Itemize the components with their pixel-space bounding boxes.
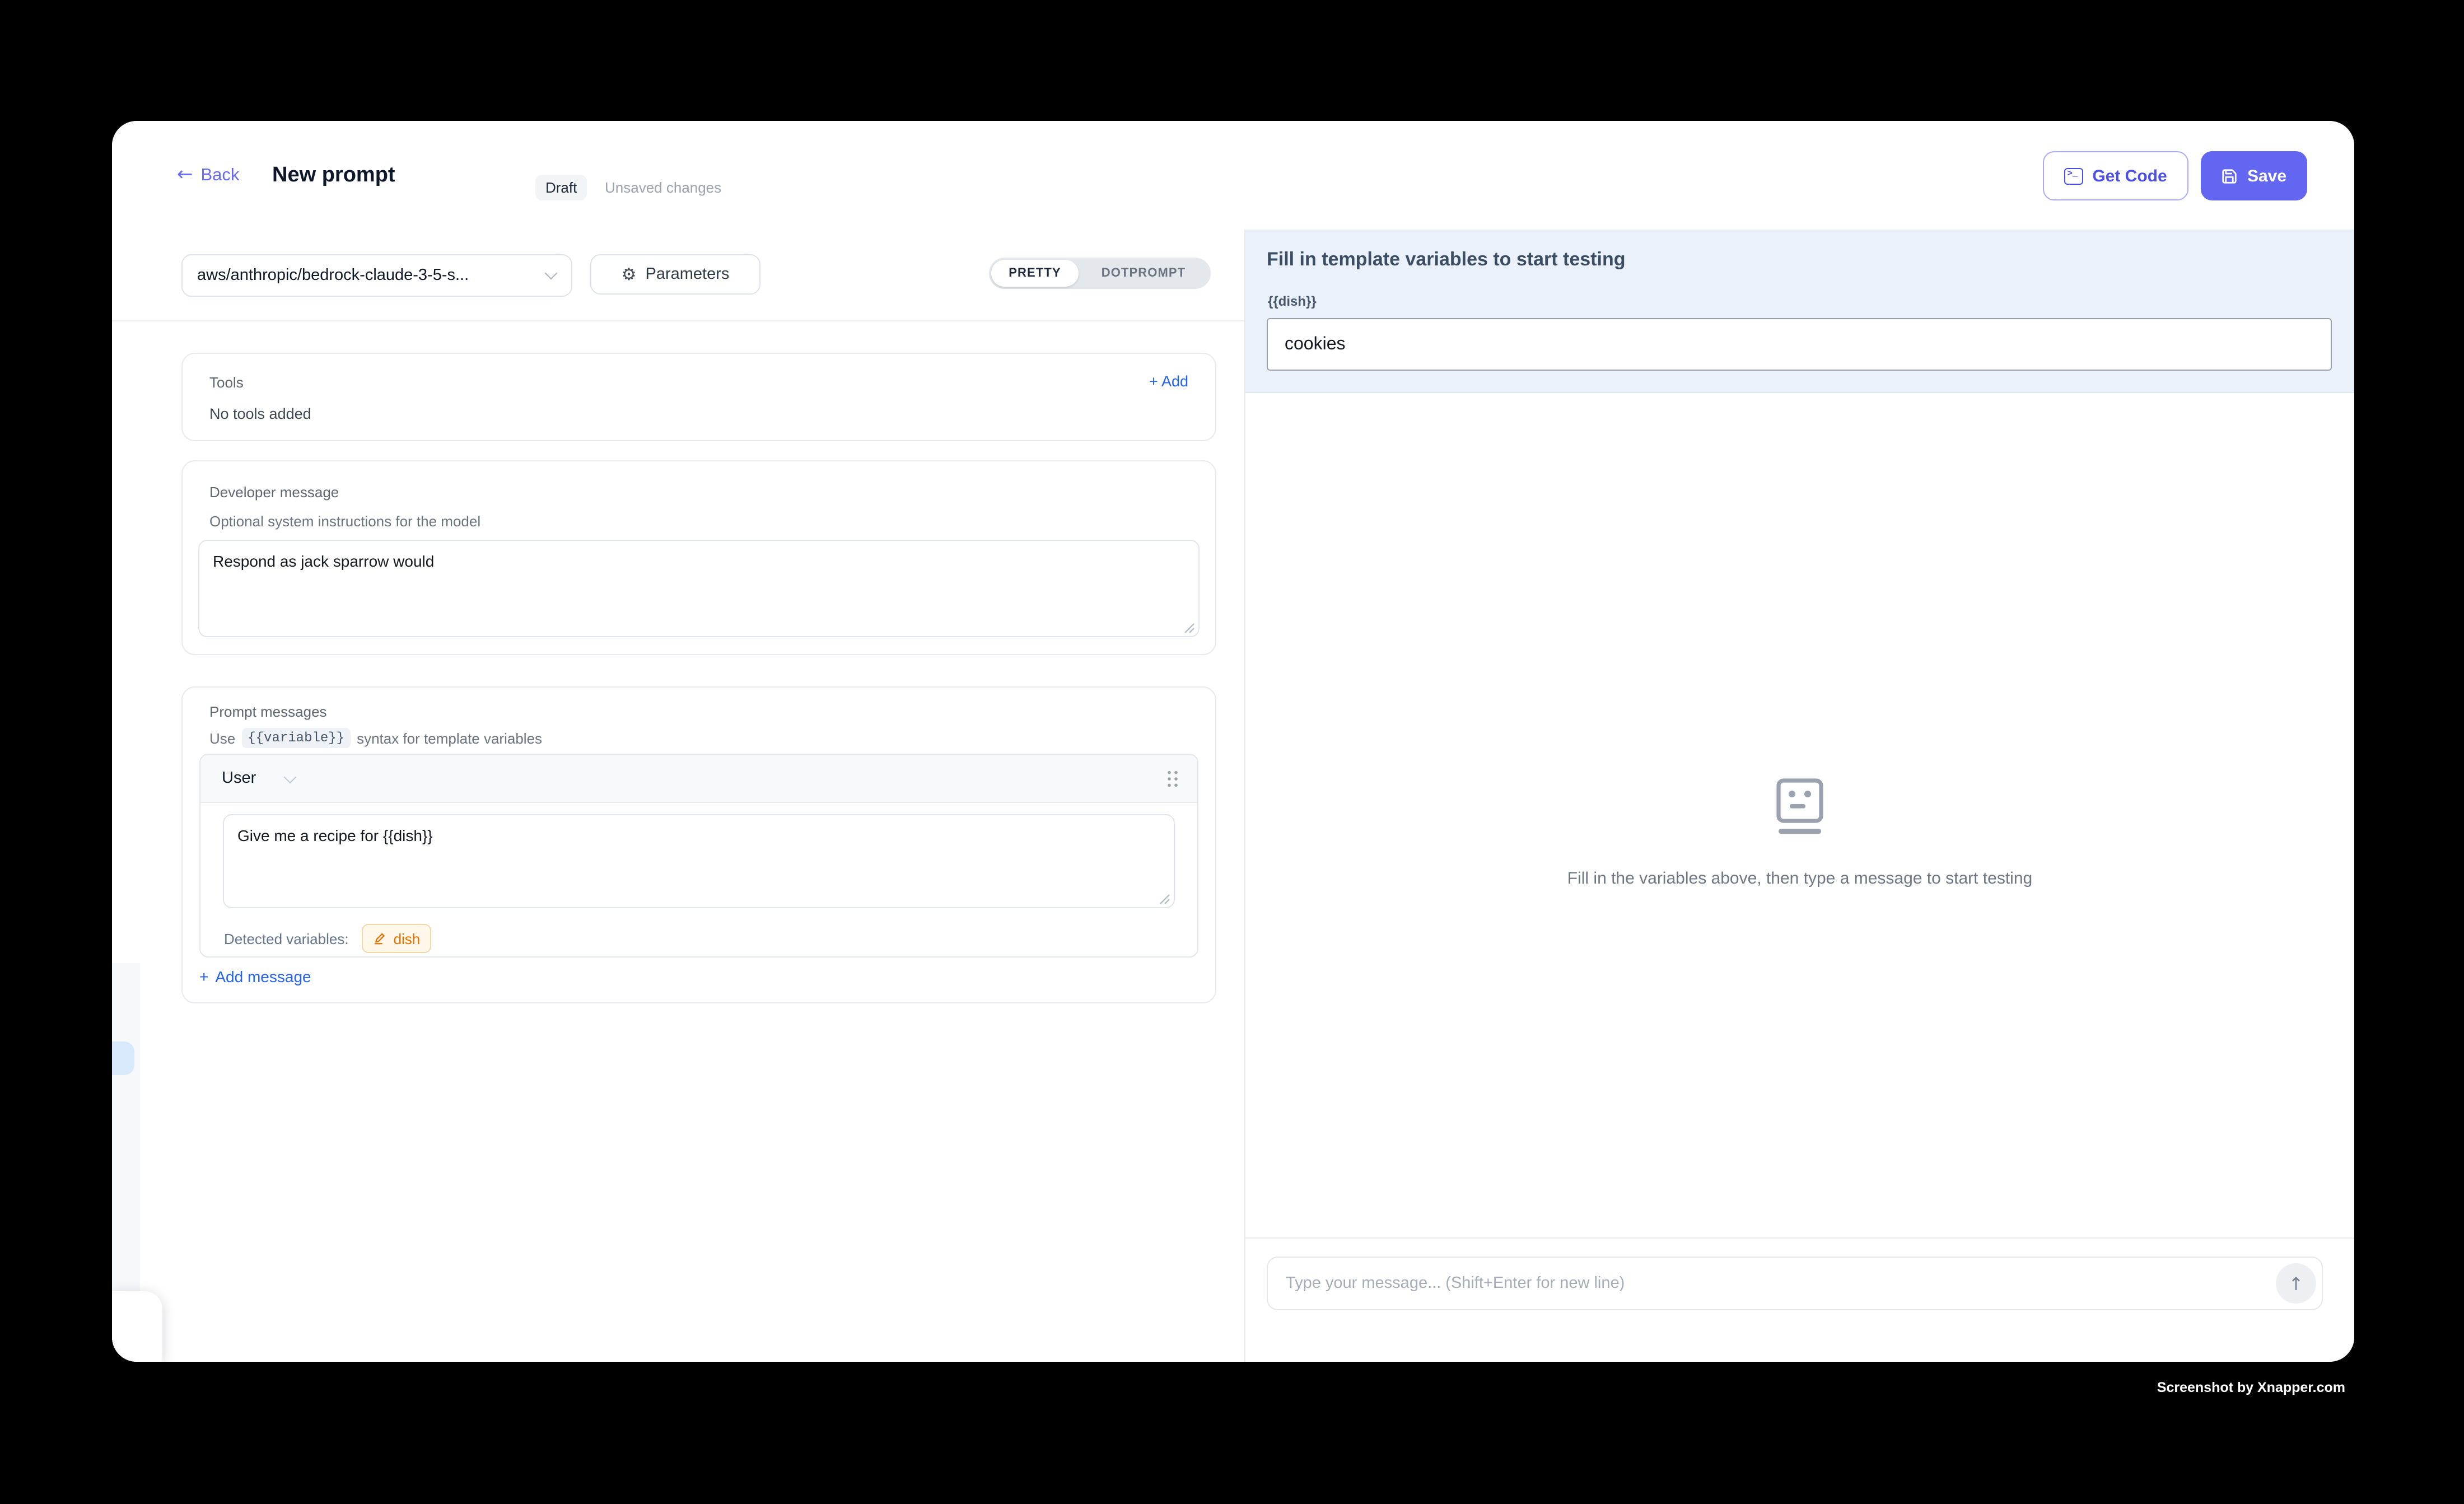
header-bar: ← Back New prompt Draft Unsaved changes … xyxy=(112,121,2354,231)
empty-state-text: Fill in the variables above, then type a… xyxy=(1567,869,2032,888)
detected-variable-chip[interactable]: dish xyxy=(362,924,432,953)
sidebar-active-item-sliver xyxy=(112,1041,134,1075)
get-code-button[interactable]: >_ Get Code xyxy=(2043,151,2188,200)
unsaved-changes-text: Unsaved changes xyxy=(605,175,721,200)
tools-card: Tools + Add No tools added xyxy=(181,353,1216,441)
user-message-textarea[interactable]: Give me a recipe for {{dish}} xyxy=(223,814,1175,908)
corner-popover-sliver xyxy=(112,1291,162,1362)
detected-variable-name: dish xyxy=(394,930,421,947)
message-role-header: User xyxy=(200,755,1197,803)
gear-icon: ⚙ xyxy=(622,266,637,283)
parameters-label: Parameters xyxy=(646,265,730,283)
page-title: New prompt xyxy=(272,121,395,230)
prompt-messages-title: Prompt messages xyxy=(209,703,327,720)
terminal-icon: >_ xyxy=(2064,167,2083,184)
add-message-button[interactable]: + Add message xyxy=(199,968,311,985)
template-variables-section: Fill in template variables to start test… xyxy=(1245,230,2354,393)
save-floppy-icon xyxy=(2222,167,2238,184)
save-button[interactable]: Save xyxy=(2201,151,2307,200)
drag-handle-icon[interactable] xyxy=(1166,769,1179,788)
chevron-down-icon xyxy=(545,267,558,280)
detected-variables-label: Detected variables: xyxy=(224,930,349,947)
tools-empty-text: No tools added xyxy=(209,405,311,422)
tester-heading: Fill in template variables to start test… xyxy=(1267,249,1626,271)
send-arrow-icon: ↑ xyxy=(2289,1273,2304,1294)
chat-input-bar: ↑ xyxy=(1245,1237,2354,1362)
toggle-option-pretty[interactable]: PRETTY xyxy=(991,260,1079,287)
role-selector-value: User xyxy=(222,769,256,787)
add-message-label: Add message xyxy=(215,968,311,985)
back-label: Back xyxy=(201,165,240,185)
developer-message-title: Developer message xyxy=(209,484,339,501)
app-window: ← Back New prompt Draft Unsaved changes … xyxy=(112,121,2354,1362)
detected-variables-row: Detected variables: dish xyxy=(224,924,431,953)
variable-syntax-hint: Use {{variable}} syntax for template var… xyxy=(209,728,542,748)
chat-message-input[interactable] xyxy=(1268,1258,2322,1309)
tools-title: Tools xyxy=(209,374,244,391)
variable-value-input[interactable] xyxy=(1267,318,2332,371)
status-badge: Draft xyxy=(535,175,587,200)
save-label: Save xyxy=(2247,166,2286,185)
model-selector[interactable]: aws/anthropic/bedrock-claude-3-5-s... xyxy=(181,254,572,297)
chevron-down-icon xyxy=(283,770,296,783)
developer-message-subtitle: Optional system instructions for the mod… xyxy=(209,513,480,530)
back-button[interactable]: ← Back xyxy=(177,121,239,230)
developer-message-card: Developer message Optional system instru… xyxy=(181,460,1216,655)
view-mode-toggle: PRETTY DOTPROMPT xyxy=(989,258,1211,289)
toggle-option-dotprompt[interactable]: DOTPROMPT xyxy=(1079,260,1208,287)
developer-message-textarea[interactable]: Respond as jack sparrow would xyxy=(198,540,1200,637)
plus-icon: + xyxy=(1149,373,1158,390)
model-selector-value: aws/anthropic/bedrock-claude-3-5-s... xyxy=(183,267,469,284)
parameters-button[interactable]: ⚙ Parameters xyxy=(590,254,760,295)
variable-code-chip: {{variable}} xyxy=(242,728,350,748)
watermark-text: Screenshot by Xnapper.com xyxy=(2157,1380,2345,1395)
get-code-label: Get Code xyxy=(2092,166,2167,185)
send-button[interactable]: ↑ xyxy=(2276,1263,2316,1304)
pencil-icon xyxy=(374,932,387,945)
prompt-messages-card: Prompt messages Use {{variable}} syntax … xyxy=(181,686,1216,1003)
back-arrow-icon: ← xyxy=(177,166,193,185)
editor-toolbar: aws/anthropic/bedrock-claude-3-5-s... ⚙ … xyxy=(112,230,1244,321)
role-selector[interactable]: User xyxy=(222,769,294,787)
add-tool-button[interactable]: + Add xyxy=(1149,373,1188,390)
chat-input-container: ↑ xyxy=(1267,1257,2323,1310)
plus-icon: + xyxy=(199,968,208,985)
message-block: User Give me a recipe for {{dish}} Detec… xyxy=(199,754,1198,957)
tester-empty-state: Fill in the variables above, then type a… xyxy=(1245,778,2354,888)
screenshot-stage: ← Back New prompt Draft Unsaved changes … xyxy=(0,0,2464,1504)
robot-icon xyxy=(1772,778,1828,838)
variable-field-label: {{dish}} xyxy=(1268,293,1317,309)
